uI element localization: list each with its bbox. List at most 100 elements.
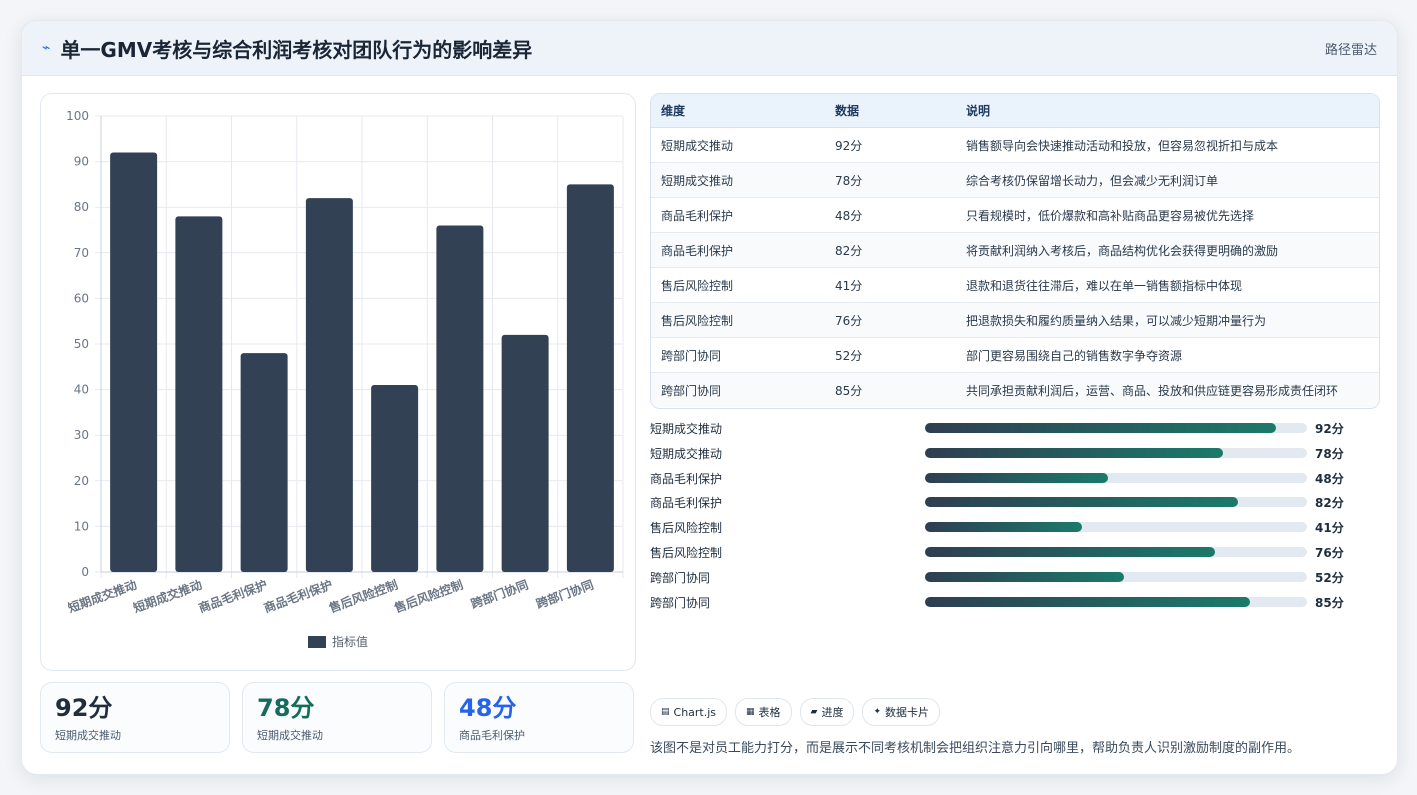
progress-row: 短期成交推动 78分 <box>650 441 1378 466</box>
progress-label: 短期成交推动 <box>650 422 723 436</box>
cell-description: 部门更容易围绕自己的销售数字争夺资源 <box>956 337 1379 373</box>
progress-track <box>925 472 1307 483</box>
progress-track <box>925 522 1307 533</box>
progress-fill <box>925 447 1223 458</box>
bar <box>110 152 158 573</box>
progress-value: 92分 <box>1315 422 1344 436</box>
table-row: 跨部门协同 85分 共同承担贡献利润后，运营、商品、投放和供应链更容易形成责任闭环 <box>651 372 1379 407</box>
progress-row: 跨部门协同 52分 <box>650 565 1378 590</box>
y-tick-label: 20 <box>74 474 89 488</box>
kpi-value: 92分 <box>55 694 113 722</box>
data-table: 维度 数据 说明 短期成交推动 92分 销售额导向会快速推动活动和投放，但容易忽视折… <box>650 93 1380 409</box>
progress-row: 售后风险控制 76分 <box>650 540 1378 565</box>
cell-score: 52分 <box>825 337 956 373</box>
progress-row: 商品毛利保护 82分 <box>650 490 1378 515</box>
x-tick-label: 售后风险控制 <box>392 577 465 616</box>
progress-label: 短期成交推动 <box>650 446 723 461</box>
progress-value: 78分 <box>1315 446 1344 461</box>
kpi-label: 短期成交推动 <box>257 729 323 742</box>
cell-dimension: 跨部门协同 <box>651 372 825 407</box>
progress-track <box>925 423 1307 433</box>
progress-list: 短期成交推动 92分 短期成交推动 78分 商品毛利保护 48分 商品毛利保护 82分 售后风险… <box>650 416 1378 614</box>
y-tick-label: 90 <box>74 155 89 169</box>
lightning-icon: ⌁ <box>42 40 51 56</box>
table-row: 跨部门协同 52分 部门更容易围绕自己的销售数字争夺资源 <box>651 337 1379 373</box>
x-tick-label: 短期成交推动 <box>66 577 139 616</box>
y-tick-label: 50 <box>74 337 89 351</box>
tag-label: 数据卡片 <box>885 706 930 719</box>
column-header: 数据 <box>825 94 956 128</box>
y-tick-label: 100 <box>66 109 89 123</box>
tag-label: 表格 <box>758 706 781 719</box>
y-tick-label: 40 <box>74 383 89 397</box>
cell-dimension: 跨部门协同 <box>651 337 825 373</box>
tag-pill: ▰ 进度 <box>799 698 855 726</box>
y-tick-label: 0 <box>81 565 89 579</box>
column-header: 说明 <box>956 94 1379 128</box>
tag-icon: ▤ <box>661 707 670 717</box>
kpi-card-3: 48分 商品毛利保护 <box>444 682 634 753</box>
kpi-card-1: 92分 短期成交推动 <box>40 682 230 753</box>
cell-score: 92分 <box>825 127 956 163</box>
tag-pill: ✦ 数据卡片 <box>862 698 941 726</box>
progress-label: 商品毛利保护 <box>650 471 723 486</box>
table-row: 短期成交推动 78分 综合考核仍保留增长动力，但会减少无利润订单 <box>651 162 1379 198</box>
legend-swatch <box>308 636 326 648</box>
x-tick-label: 跨部门协同 <box>534 577 596 612</box>
table-row: 售后风险控制 41分 退款和退货往往滞后，难以在单一销售额指标中体现 <box>651 267 1379 303</box>
bar <box>371 385 419 572</box>
progress-label: 跨部门协同 <box>650 595 711 610</box>
card-header: ⌁ 单一GMV考核与综合利润考核对团队行为的影响差异 路径雷达 <box>22 21 1397 76</box>
bar <box>175 216 223 572</box>
kpi-card-2: 78分 短期成交推动 <box>242 682 432 753</box>
cell-description: 销售额导向会快速推动活动和投放，但容易忽视折扣与成本 <box>956 127 1379 163</box>
cell-score: 76分 <box>825 302 956 338</box>
kpi-label: 商品毛利保护 <box>459 729 525 742</box>
progress-label: 售后风险控制 <box>650 521 723 536</box>
progress-row: 短期成交推动 92分 <box>650 416 1378 441</box>
progress-track <box>925 497 1307 508</box>
cell-score: 85分 <box>825 372 956 407</box>
progress-track <box>925 447 1307 458</box>
cell-description: 只看规模时，低价爆款和高补贴商品更容易被优先选择 <box>956 197 1379 233</box>
header-tag: 路径雷达 <box>1324 42 1377 58</box>
kpi-value: 48分 <box>459 694 517 722</box>
x-tick-label: 短期成交推动 <box>131 577 204 616</box>
y-tick-label: 80 <box>74 200 89 214</box>
tag-icon: ✦ <box>873 707 882 717</box>
x-tick-label: 商品毛利保护 <box>196 577 269 616</box>
footnote: 该图不是对员工能力打分，而是展示不同考核机制会把组织注意力引向哪里，帮助负责人识… <box>650 741 1301 756</box>
progress-fill <box>925 571 1124 582</box>
column-header: 维度 <box>651 94 825 128</box>
progress-value: 52分 <box>1315 570 1344 585</box>
cell-description: 把退款损失和履约质量纳入结果，可以减少短期冲量行为 <box>956 302 1379 338</box>
bar <box>305 198 353 572</box>
cell-score: 48分 <box>825 197 956 233</box>
cell-score: 78分 <box>825 162 956 198</box>
page-title: 单一GMV考核与综合利润考核对团队行为的影响差异 <box>60 37 533 62</box>
table-row: 短期成交推动 92分 销售额导向会快速推动活动和投放，但容易忽视折扣与成本 <box>651 127 1379 163</box>
progress-track <box>925 571 1307 582</box>
x-tick-label: 售后风险控制 <box>327 577 400 616</box>
tag-label: Chart.js <box>673 705 717 719</box>
x-tick-label: 商品毛利保护 <box>262 577 335 616</box>
progress-track <box>925 546 1307 557</box>
tag-label: 进度 <box>821 706 844 719</box>
progress-label: 售后风险控制 <box>650 545 723 560</box>
progress-fill <box>925 423 1277 433</box>
progress-row: 售后风险控制 41分 <box>650 515 1378 540</box>
progress-fill <box>925 596 1250 607</box>
cell-score: 82分 <box>825 232 956 268</box>
progress-fill <box>925 546 1216 557</box>
kpi-label: 短期成交推动 <box>55 729 121 742</box>
table-row: 商品毛利保护 82分 将贡献利润纳入考核后，商品结构优化会获得更明确的激励 <box>651 232 1379 268</box>
progress-fill <box>925 522 1082 533</box>
progress-fill <box>925 472 1109 483</box>
progress-label: 跨部门协同 <box>650 570 711 585</box>
legend-label: 指标值 <box>332 634 368 649</box>
table-header-row: 维度 数据 说明 <box>651 94 1379 128</box>
bar <box>566 184 614 572</box>
progress-label: 商品毛利保护 <box>650 496 723 511</box>
bar-chart: 0102030405060708090100短期成交推动短期成交推动商品毛利保护… <box>66 109 624 649</box>
cell-dimension: 售后风险控制 <box>651 267 825 303</box>
